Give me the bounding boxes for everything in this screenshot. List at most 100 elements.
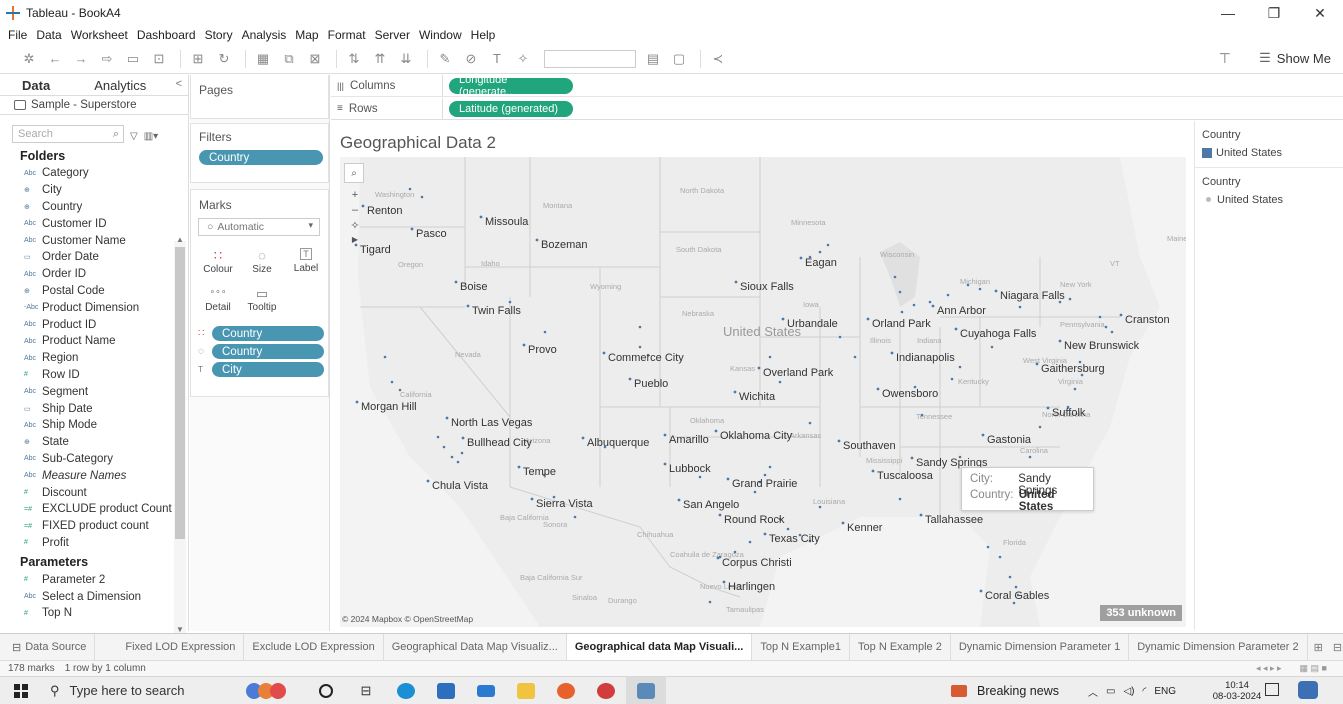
field-item[interactable]: Abc Segment [0,383,188,400]
field-item[interactable]: Abc Ship Mode [0,417,188,434]
city-mark[interactable] [408,187,412,191]
data-source-item[interactable]: Sample - Superstore [0,95,188,115]
new-dashboard-icon[interactable]: ⊟ [1333,641,1342,654]
city-mark[interactable] [958,365,962,369]
city-mark[interactable] [733,390,737,394]
city-mark[interactable] [466,304,470,308]
city-mark[interactable] [799,256,803,260]
city-label[interactable]: Bullhead City [467,437,532,449]
city-mark[interactable] [893,275,897,279]
city-mark[interactable] [837,439,841,443]
city-mark[interactable] [718,513,722,517]
label-button[interactable]: T Label [284,242,328,280]
city-label[interactable]: Urbandale [787,318,838,330]
field-item[interactable]: Abc Product Name [0,333,188,350]
city-mark[interactable] [726,477,730,481]
task-view-icon[interactable]: ⊟ [346,677,386,704]
field-item[interactable]: ⊕ City [0,182,188,199]
rows-shelf[interactable]: ≡ Rows Latitude (generated) [331,97,1343,120]
city-label[interactable]: Boise [460,281,488,293]
menu-window[interactable]: Window [419,28,462,42]
city-mark[interactable] [768,465,772,469]
refresh-icon[interactable]: ↻ [213,49,235,69]
city-mark[interactable] [753,490,757,494]
map-view[interactable]: United States Washington Montana North Dak… [340,157,1186,627]
city-mark[interactable] [722,580,726,584]
city-mark[interactable] [638,345,642,349]
city-label[interactable]: Kenner [847,522,883,534]
city-mark[interactable] [602,351,606,355]
data-source-tab[interactable]: ⊟ Data Source [0,633,96,661]
field-item[interactable]: ▭ Ship Date [0,400,188,417]
city-mark[interactable] [928,300,932,304]
city-mark[interactable] [1038,425,1042,429]
city-label[interactable]: Wichita [739,391,776,403]
city-label[interactable]: Sierra Vista [536,498,594,510]
sheet-nav-icon[interactable]: ◂ ◂ ▸ ▸ [1256,663,1282,674]
city-mark[interactable] [778,380,782,384]
longitude-pill[interactable]: Longitude (generate.. [449,74,573,98]
colour-legend-item[interactable]: United States [1195,146,1343,159]
unknown-indicator[interactable]: 353 unknown [1100,605,1182,621]
zoom-out-icon[interactable]: – [352,204,358,216]
city-label[interactable]: Sioux Falls [740,281,794,293]
city-mark[interactable] [390,380,394,384]
city-mark[interactable] [354,243,358,247]
city-mark[interactable] [950,377,954,381]
city-mark[interactable] [920,413,924,417]
tableau-taskbar-icon[interactable] [626,676,666,704]
city-mark[interactable] [420,195,424,199]
field-item[interactable]: Abc Measure Names [0,467,188,484]
language-indicator[interactable]: ENG [1154,686,1176,697]
wps-office-icon[interactable] [586,677,626,704]
city-label[interactable]: Tallahassee [925,514,983,526]
undo-icon[interactable]: ← [44,49,66,69]
close-button[interactable]: ✕ [1297,0,1343,26]
pin-map-icon[interactable]: ✧ [350,219,359,232]
swap-icon[interactable]: ⇅ [343,49,365,69]
sheet-sorter-icon[interactable]: ▦ ▤ ■ [1300,663,1327,674]
cortana-icon[interactable] [306,677,346,704]
city-label[interactable]: Suffolk [1052,407,1086,419]
zoom-in-icon[interactable]: + [352,189,358,201]
city-mark[interactable] [442,445,446,449]
city-label[interactable]: Albuquerque [587,437,649,449]
city-mark[interactable] [628,377,632,381]
city-mark[interactable] [1058,339,1062,343]
tableau-home-icon[interactable]: ✲ [18,49,40,69]
menu-map[interactable]: Map [295,28,318,42]
menu-data[interactable]: Data [36,28,61,42]
city-label[interactable]: Chula Vista [432,480,489,492]
city-mark[interactable] [898,290,902,294]
city-mark[interactable] [1014,585,1018,589]
duplicate-sheet-icon[interactable]: ⧉ [278,49,300,69]
city-mark[interactable] [543,330,547,334]
news-widget[interactable]: Breaking news [951,677,1059,704]
city-label[interactable]: Orland Park [872,318,931,330]
city-mark[interactable] [383,355,387,359]
city-label[interactable]: Harlingen [728,581,775,593]
sheet-tab[interactable]: Top N Example 2 [850,633,951,661]
field-item[interactable]: # Row ID [0,367,188,384]
new-worksheet-icon[interactable]: ⊞ [1314,641,1323,654]
city-mark[interactable] [734,280,738,284]
city-label[interactable]: Renton [367,205,402,217]
city-label[interactable]: Niagara Falls [1000,290,1065,302]
city-mark[interactable] [912,303,916,307]
city-mark[interactable] [768,355,772,359]
wifi-icon[interactable]: ◜ [1142,686,1146,697]
presentation-icon[interactable]: ▢ [668,49,690,69]
city-mark[interactable] [981,433,985,437]
city-mark[interactable] [910,456,914,460]
city-mark[interactable] [818,250,822,254]
city-label[interactable]: Eagan [805,257,837,269]
city-mark[interactable] [479,215,483,219]
mark-type-select[interactable]: ○ Automatic [198,218,320,236]
city-mark[interactable] [677,498,681,502]
city-mark[interactable] [426,479,430,483]
city-mark[interactable] [456,460,460,464]
size-legend-item[interactable]: United States [1195,193,1343,206]
city-mark[interactable] [445,416,449,420]
city-label[interactable]: Missoula [485,216,529,228]
city-mark[interactable] [573,515,577,519]
